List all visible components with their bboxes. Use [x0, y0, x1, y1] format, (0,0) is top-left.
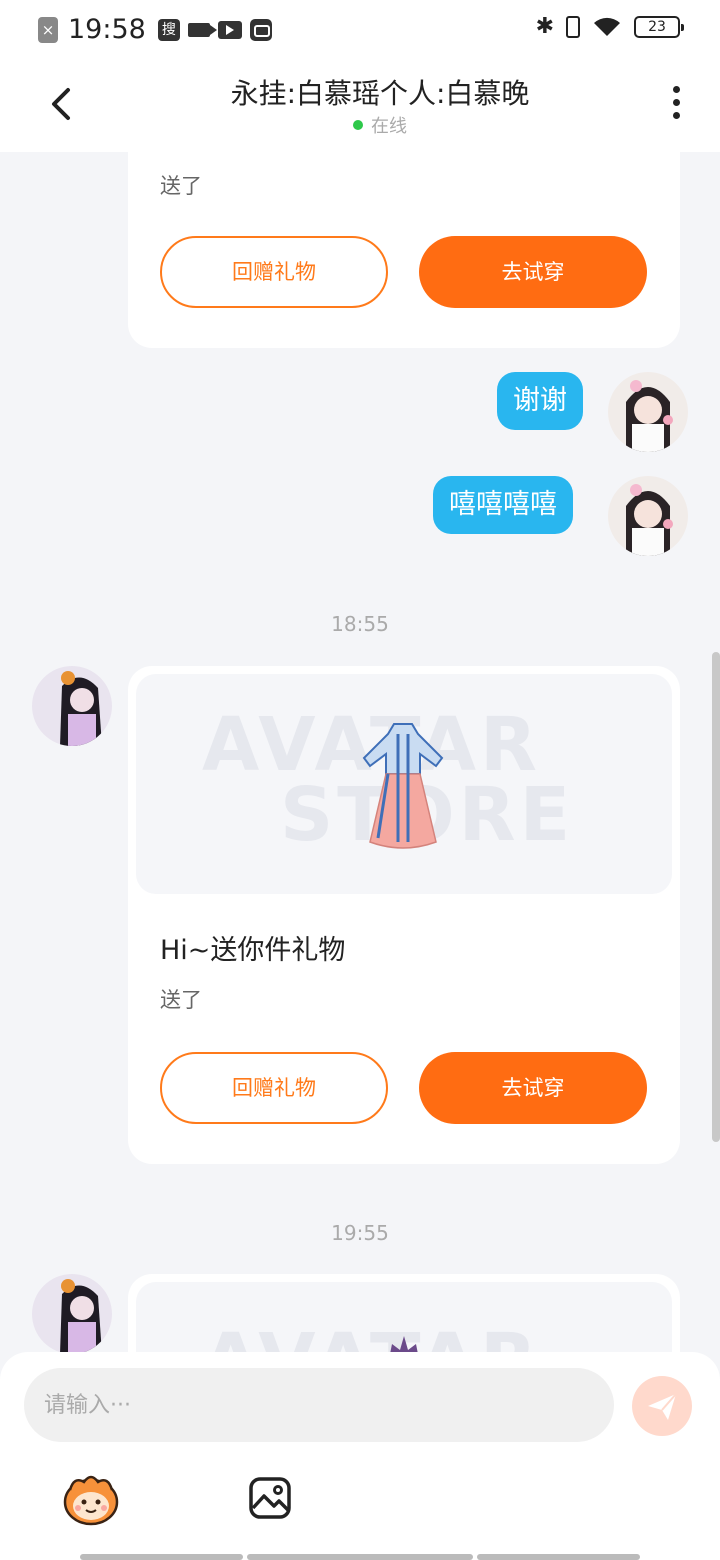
message-bubble[interactable]: 嘻嘻嘻嘻 [433, 476, 573, 534]
more-options-button[interactable] [668, 86, 684, 126]
gift-image[interactable]: AVATAR [136, 1282, 672, 1352]
chat-messages[interactable]: 送了 回赠礼物 去试穿 谢谢 嘻嘻嘻嘻 18:55 AVATAR Hi~送你件礼… [0, 152, 720, 1352]
my-avatar[interactable] [608, 372, 688, 452]
avatar-image [608, 372, 688, 452]
gift-card: AVATAR STORE Hi~送你件礼物 送了 回赠礼物 去试穿 [128, 666, 680, 1164]
chat-header: 永挂:白慕瑶个人:白慕晚 在线 [0, 56, 720, 152]
return-gift-button[interactable]: 回赠礼物 [160, 1052, 388, 1124]
more-vertical-icon [668, 86, 684, 119]
send-button[interactable] [632, 1376, 692, 1436]
battery-icon: 23 [634, 15, 684, 38]
return-gift-button[interactable]: 回赠礼物 [160, 236, 388, 308]
status-time: 19:58 [68, 14, 146, 45]
gift-card-top: 送了 回赠礼物 去试穿 [128, 152, 680, 348]
timestamp: 19:55 [331, 1221, 389, 1245]
gift-sent-text: 送了 [160, 988, 202, 1012]
message-app-icon [249, 18, 272, 41]
contact-avatar[interactable] [32, 1274, 112, 1352]
input-panel [0, 1352, 720, 1560]
gift-card: AVATAR [128, 1274, 680, 1352]
nav-bar-segment [247, 1554, 473, 1560]
status-bar: × 19:58 搜 ✱ 23 [0, 0, 720, 56]
avatar-image [32, 666, 112, 746]
nav-bar-segment [80, 1554, 243, 1560]
send-icon [648, 1393, 677, 1420]
status-right: ✱ 23 [535, 14, 684, 39]
video-camera-icon [187, 22, 217, 37]
emoji-button[interactable] [60, 1472, 122, 1526]
wifi-icon [594, 17, 620, 36]
image-picker-button[interactable] [248, 1476, 292, 1520]
message-bubble[interactable]: 谢谢 [497, 372, 583, 430]
online-status-label: 在线 [371, 116, 407, 137]
status-left: × 19:58 搜 [38, 14, 272, 45]
gift-sent-text: 送了 [160, 174, 202, 198]
image-icon [249, 1477, 291, 1519]
gift-item-icon [390, 1336, 418, 1352]
online-dot-icon [353, 120, 363, 130]
notification-x-icon: × [38, 16, 58, 43]
watermark-text: AVATAR [202, 1318, 541, 1352]
gift-title: Hi~送你件礼物 [160, 935, 346, 966]
contact-avatar[interactable] [32, 666, 112, 746]
dress-icon [362, 723, 444, 849]
nav-bar-segment [477, 1554, 640, 1560]
my-avatar[interactable] [608, 476, 688, 556]
scrollbar[interactable] [712, 652, 720, 1142]
timestamp: 18:55 [331, 612, 389, 636]
video-player-icon [217, 20, 242, 39]
try-on-button[interactable]: 去试穿 [419, 236, 647, 308]
emoji-face-icon [63, 1475, 119, 1526]
chat-title: 永挂:白慕瑶个人:白慕晚 [230, 77, 530, 110]
try-on-button[interactable]: 去试穿 [419, 1052, 647, 1124]
avatar-image [32, 1274, 112, 1352]
avatar-image [608, 476, 688, 556]
vibrate-icon [566, 15, 580, 38]
search-app-icon: 搜 [157, 18, 180, 41]
gift-image[interactable]: AVATAR STORE [136, 674, 672, 894]
bluetooth-icon: ✱ [535, 14, 554, 39]
message-input[interactable] [24, 1368, 614, 1442]
battery-level: 23 [648, 18, 666, 35]
online-status: 在线 [0, 112, 720, 138]
